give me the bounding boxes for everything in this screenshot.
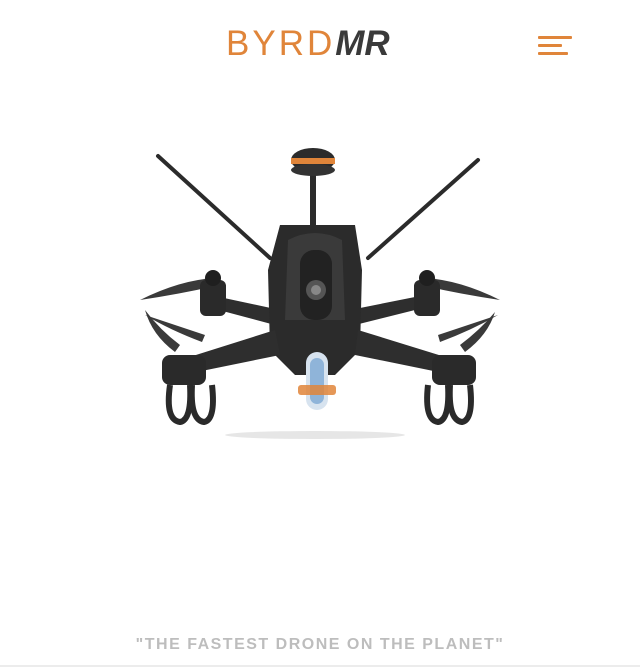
- racing-drone-illustration: [140, 148, 500, 439]
- hamburger-menu-icon[interactable]: [536, 34, 576, 60]
- menu-line: [538, 36, 572, 39]
- page: BYRD MR "THE FASTEST DRONE ON THE PLANET…: [0, 0, 640, 667]
- brand-logo[interactable]: BYRD MR: [226, 24, 390, 64]
- hero-drone-image: [120, 130, 520, 460]
- tagline-text: "THE FASTEST DRONE ON THE PLANET": [135, 636, 505, 653]
- logo-text-byrd: BYRD: [226, 24, 336, 63]
- logo-text-mr: MR: [335, 24, 390, 63]
- menu-line: [538, 44, 562, 47]
- menu-line: [538, 52, 568, 55]
- site-header: BYRD MR: [0, 0, 640, 90]
